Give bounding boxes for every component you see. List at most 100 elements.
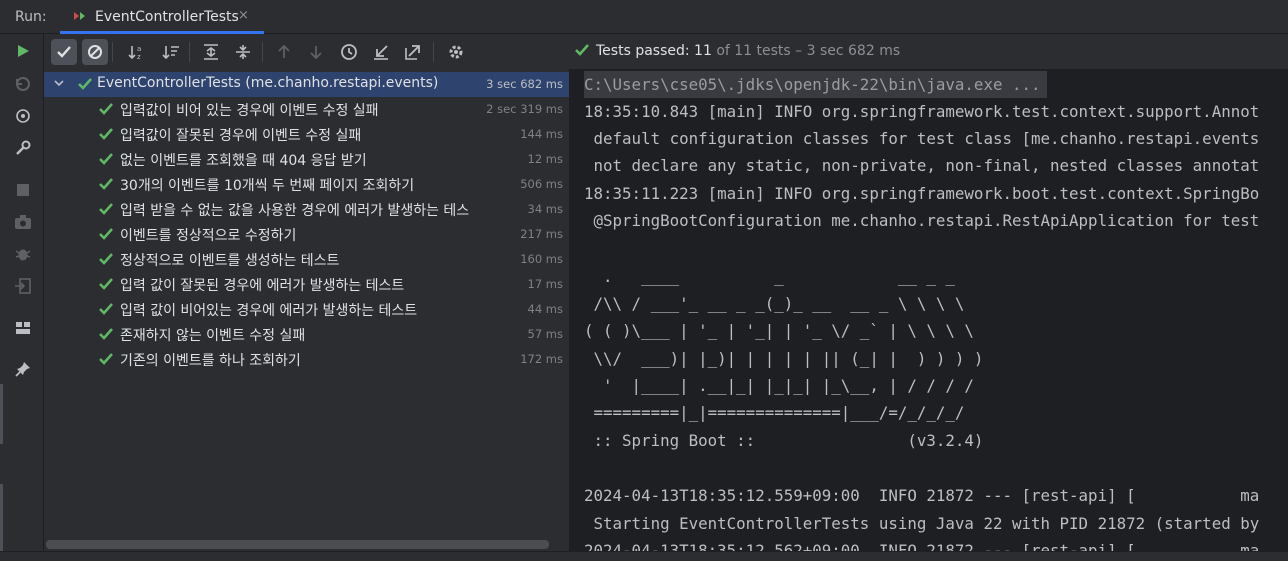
spring-banner-line: ' |____| .__|_| |_|_| |_\__, | / / / / [584, 376, 974, 395]
test-name: 입력 값이 잘못된 경우에 에러가 발생하는 테스트 [120, 278, 405, 294]
console-line: not declare any static, non-private, non… [584, 156, 1260, 175]
side-edge-strip [0, 374, 4, 561]
test-row[interactable]: 30개의 이벤트를 10개씩 두 번째 페이지 조회하기 506 ms [44, 172, 570, 197]
show-ignored-icon[interactable] [82, 39, 108, 65]
spring-banner-line: =========|_|==============|___/=/_/_/_/ [584, 403, 965, 422]
toolbar-separator [433, 42, 434, 62]
gear-icon[interactable] [443, 39, 469, 65]
test-name: 입력 받을 수 없는 값을 사용한 경우에 에러가 발생하는 테스 [120, 203, 470, 219]
test-duration: 17 ms [527, 277, 563, 291]
suite-name: EventControllerTests (me.chanho.restapi.… [97, 75, 439, 91]
test-name: 입력값이 비어 있는 경우에 이벤트 수정 실패 [120, 103, 379, 119]
run-tab-bar: Run: EventControllerTests × [0, 0, 1288, 34]
console-line: 18:35:11.223 [main] INFO org.springframe… [584, 184, 1260, 203]
rerun-icon[interactable] [13, 41, 33, 61]
exit-icon[interactable] [13, 276, 33, 296]
test-row[interactable]: 입력 값이 잘못된 경우에 에러가 발생하는 테스트 17 ms [44, 272, 570, 297]
test-duration: 44 ms [527, 302, 563, 316]
test-row[interactable]: 이벤트를 정상적으로 수정하기 217 ms [44, 222, 570, 247]
console-line: 2024-04-13T18:35:12.559+09:00 INFO 21872… [584, 486, 1260, 505]
test-duration: 172 ms [520, 352, 563, 366]
layout-icon[interactable] [13, 318, 33, 338]
test-name: 이벤트를 정상적으로 수정하기 [120, 228, 297, 244]
passed-check-icon [98, 352, 114, 370]
import-tests-icon[interactable] [368, 39, 394, 65]
test-suite-row[interactable]: EventControllerTests (me.chanho.restapi.… [44, 72, 570, 97]
test-row[interactable]: 없는 이벤트를 조회했을 때 404 응답 받기 12 ms [44, 147, 570, 172]
test-history-icon[interactable] [336, 39, 362, 65]
console-line: default configuration classes for test c… [584, 129, 1260, 148]
test-row[interactable]: 존재하지 않는 이벤트 수정 실패 57 ms [44, 322, 570, 347]
spring-banner-line: \\/ ___)| |_)| | | | | || (_| | ) ) ) ) [584, 349, 984, 368]
toolbar-separator [189, 42, 190, 62]
test-row[interactable]: 입력값이 비어 있는 경우에 이벤트 수정 실패 2 sec 319 ms [44, 97, 570, 122]
console-line: @SpringBootConfiguration me.chanho.resta… [584, 211, 1260, 230]
test-duration: 57 ms [527, 327, 563, 341]
passed-check-icon [98, 252, 114, 270]
stop-icon[interactable] [13, 180, 33, 200]
test-name: 없는 이벤트를 조회했을 때 404 응답 받기 [120, 153, 367, 169]
toolbar-separator [262, 42, 263, 62]
test-duration: 2 sec 319 ms [486, 102, 563, 116]
bottom-bar [0, 551, 1288, 561]
test-name: 입력 값이 비어있는 경우에 에러가 발생하는 테스트 [120, 303, 418, 319]
passed-check-icon [98, 102, 114, 120]
test-row[interactable]: 입력 값이 비어있는 경우에 에러가 발생하는 테스트 44 ms [44, 297, 570, 322]
test-toolbar: az [44, 34, 570, 69]
test-duration: 506 ms [520, 177, 563, 191]
previous-failed-icon[interactable] [271, 39, 297, 65]
rerun-failed-icon[interactable] [13, 74, 33, 94]
passed-check-icon [98, 227, 114, 245]
show-passed-icon[interactable] [51, 39, 77, 65]
console-line: Starting EventControllerTests using Java… [584, 514, 1260, 533]
spring-boot-version-line: :: Spring Boot :: (v3.2.4) [584, 431, 984, 450]
test-duration: 160 ms [520, 252, 563, 266]
close-icon[interactable]: × [238, 8, 249, 23]
test-duration: 34 ms [527, 202, 563, 216]
sort-alphabetically-icon[interactable]: az [124, 39, 150, 65]
run-tab-title: EventControllerTests [95, 9, 239, 25]
test-name: 기존의 이벤트를 하나 조회하기 [120, 353, 301, 369]
run-left-toolbar [0, 34, 44, 561]
console-line: 18:35:10.843 [main] INFO org.springframe… [584, 102, 1260, 121]
chevron-down-icon[interactable] [54, 78, 64, 91]
wrench-icon[interactable] [13, 138, 33, 158]
pin-icon[interactable] [13, 359, 33, 379]
test-row[interactable]: 입력 받을 수 없는 값을 사용한 경우에 에러가 발생하는 테스 34 ms [44, 197, 570, 222]
collapse-all-icon[interactable] [230, 39, 256, 65]
test-results-tree: EventControllerTests (me.chanho.restapi.… [44, 69, 570, 551]
svg-text:z: z [137, 53, 141, 60]
test-row[interactable]: 입력값이 잘못된 경우에 이벤트 수정 실패 144 ms [44, 122, 570, 147]
status-passed-count: 11 [694, 43, 712, 59]
export-tests-icon[interactable] [400, 39, 426, 65]
run-tab[interactable]: EventControllerTests × [60, 0, 264, 34]
passed-check-icon [98, 177, 114, 195]
test-run-icon [72, 9, 86, 23]
toggle-auto-test-icon[interactable] [13, 106, 33, 126]
test-duration: 144 ms [520, 127, 563, 141]
next-failed-icon[interactable] [303, 39, 329, 65]
console-output[interactable]: C:\Users\cse05\.jdks\openjdk-22\bin\java… [570, 69, 1288, 551]
spring-banner-line: ( ( )\___ | '_ | '_| | '_ \/ _` | \ \ \ … [584, 321, 974, 340]
passed-check-icon [98, 127, 114, 145]
expand-all-icon[interactable] [198, 39, 224, 65]
passed-check-icon [98, 327, 114, 345]
toolbar-separator [112, 42, 113, 62]
horizontal-scrollbar[interactable] [46, 540, 549, 549]
test-row[interactable]: 정상적으로 이벤트를 생성하는 테스트 160 ms [44, 247, 570, 272]
sort-by-duration-icon[interactable] [158, 39, 184, 65]
status-suffix: of 11 tests – 3 sec 682 ms [711, 43, 901, 59]
camera-icon[interactable] [13, 212, 33, 232]
passed-check-icon [98, 202, 114, 220]
test-status-text: Tests passed: 11 of 11 tests – 3 sec 682… [596, 43, 900, 59]
test-name: 30개의 이벤트를 10개씩 두 번째 페이지 조회하기 [120, 178, 415, 194]
test-status-bar: Tests passed: 11 of 11 tests – 3 sec 682… [570, 34, 1288, 69]
spring-banner-line: . ____ _ __ _ _ [584, 267, 955, 286]
test-name: 정상적으로 이벤트를 생성하는 테스트 [120, 253, 340, 269]
status-prefix: Tests passed: [596, 43, 695, 59]
debug-icon[interactable] [13, 244, 33, 264]
test-row[interactable]: 기존의 이벤트를 하나 조회하기 172 ms [44, 347, 570, 372]
console-line: 2024-04-13T18:35:12.562+09:00 INFO 21872… [584, 541, 1260, 551]
console-command-line[interactable]: C:\Users\cse05\.jdks\openjdk-22\bin\java… [584, 71, 1047, 98]
test-name: 존재하지 않는 이벤트 수정 실패 [120, 328, 306, 344]
